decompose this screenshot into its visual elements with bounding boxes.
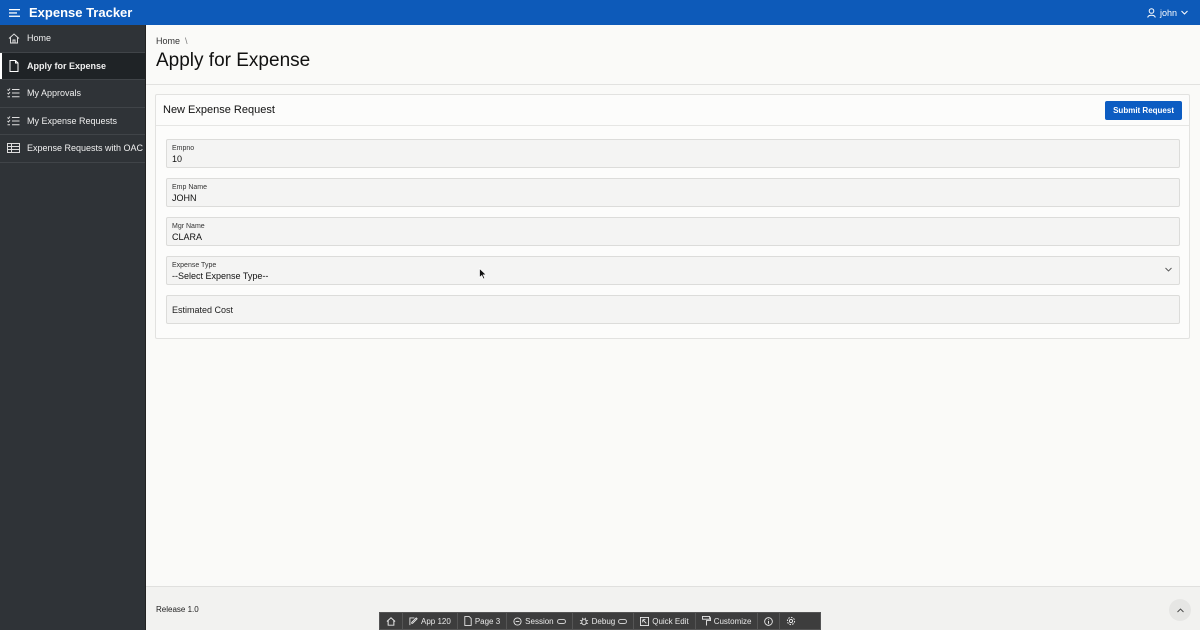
edit-icon: [409, 616, 418, 625]
page-title: Apply for Expense: [156, 50, 311, 71]
emp-name-field[interactable]: Emp Name JOHN: [166, 178, 1180, 207]
sidebar-item-expense-requests-with-oac[interactable]: Expense Requests with OAC: [0, 135, 145, 163]
estimated-cost-field[interactable]: Estimated Cost: [166, 295, 1180, 324]
home-icon: [0, 33, 27, 44]
checklist-icon: [0, 115, 27, 126]
devbar-app-button[interactable]: App 120: [403, 612, 458, 630]
region-title: New Expense Request: [163, 104, 275, 116]
mgr-name-value: CLARA: [172, 232, 203, 242]
sidebar-item-home[interactable]: Home: [0, 25, 145, 53]
user-icon: [1147, 7, 1156, 18]
hamburger-icon: [8, 8, 20, 17]
sidebar-item-label: Home: [27, 33, 52, 44]
chevron-down-icon: [1165, 267, 1172, 272]
sidebar-item-apply-for-expense[interactable]: Apply for Expense: [0, 52, 145, 80]
empno-field[interactable]: Empno 10: [166, 139, 1180, 168]
expense-type-label: Expense Type: [172, 262, 217, 269]
document-icon: [0, 59, 27, 72]
mgr-name-label: Mgr Name: [172, 223, 205, 230]
expense-type-select[interactable]: Expense Type --Select Expense Type--: [166, 256, 1180, 285]
chevron-up-icon: [1176, 607, 1184, 612]
devbar-debug-label: Debug: [591, 616, 616, 626]
sidebar-item-label: Expense Requests with OAC: [27, 143, 144, 154]
devbar-customize-label: Customize: [713, 616, 752, 626]
sidebar-item-my-expense-requests[interactable]: My Expense Requests: [0, 108, 145, 135]
debug-bug-icon: [579, 617, 588, 625]
paint-roller-icon: [701, 616, 711, 626]
mgr-name-field[interactable]: Mgr Name CLARA: [166, 217, 1180, 246]
sidebar: Home Apply for Expense My Approvals My E…: [0, 25, 146, 630]
sidebar-item-my-approvals[interactable]: My Approvals: [0, 80, 145, 108]
estimated-cost-label: Estimated Cost: [172, 305, 234, 315]
sidebar-item-label: My Approvals: [27, 88, 82, 99]
breadcrumb: Home \: [156, 25, 1200, 46]
app-title[interactable]: Expense Tracker: [29, 5, 132, 20]
sidebar-item-label: My Expense Requests: [27, 115, 118, 126]
devbar-quick-edit-button[interactable]: Quick Edit: [634, 612, 696, 630]
devbar-quick-edit-label: Quick Edit: [652, 616, 689, 626]
devbar-page-button[interactable]: Page 3: [458, 612, 508, 630]
emp-name-value: JOHN: [172, 193, 197, 203]
devbar-session-button[interactable]: Session: [507, 612, 573, 630]
user-menu[interactable]: john: [1147, 0, 1188, 25]
table-icon: [0, 143, 27, 154]
home-icon: [386, 616, 396, 626]
session-icon: [513, 616, 522, 626]
gear-icon: [787, 616, 796, 626]
breadcrumb-home-link[interactable]: Home: [156, 36, 180, 46]
devbar-home-button[interactable]: [380, 612, 403, 630]
info-icon: [764, 616, 774, 626]
devbar-debug-button[interactable]: Debug: [573, 612, 635, 630]
session-toggle-icon: [556, 618, 566, 624]
empno-value: 10: [172, 154, 183, 164]
title-bar: Home \ Apply for Expense: [146, 25, 1200, 85]
emp-name-label: Emp Name: [172, 184, 208, 191]
checklist-icon: [0, 88, 27, 98]
devbar-page-label: Page 3: [474, 616, 501, 626]
expense-type-value: --Select Expense Type--: [172, 271, 269, 281]
sidebar-item-label: Apply for Expense: [27, 60, 107, 71]
menu-toggle-button[interactable]: [3, 3, 25, 23]
expense-request-region: New Expense Request Submit Request Empno…: [155, 94, 1190, 339]
empno-label: Empno: [172, 145, 195, 152]
submit-request-button[interactable]: Submit Request: [1105, 100, 1182, 120]
breadcrumb-separator: \: [185, 36, 188, 46]
developer-toolbar: App 120 Page 3 Session Debug Quick Edit …: [379, 612, 821, 630]
region-header: New Expense Request Submit Request: [156, 95, 1189, 126]
mouse-cursor-icon: [479, 268, 487, 280]
scroll-to-top-button[interactable]: [1169, 599, 1191, 621]
page-icon: [464, 616, 472, 626]
quick-edit-icon: [640, 616, 650, 626]
release-version: Release 1.0: [156, 605, 199, 614]
devbar-settings-button[interactable]: [780, 612, 802, 630]
devbar-session-label: Session: [525, 616, 554, 626]
debug-toggle-icon: [618, 618, 628, 624]
devbar-info-button[interactable]: [758, 612, 781, 630]
username: john: [1159, 7, 1177, 18]
devbar-app-label: App 120: [421, 616, 451, 626]
chevron-down-icon: [1181, 10, 1188, 15]
devbar-customize-button[interactable]: Customize: [696, 612, 759, 630]
app-header: Expense Tracker john: [0, 0, 1200, 25]
main-content: Home \ Apply for Expense New Expense Req…: [146, 25, 1200, 630]
